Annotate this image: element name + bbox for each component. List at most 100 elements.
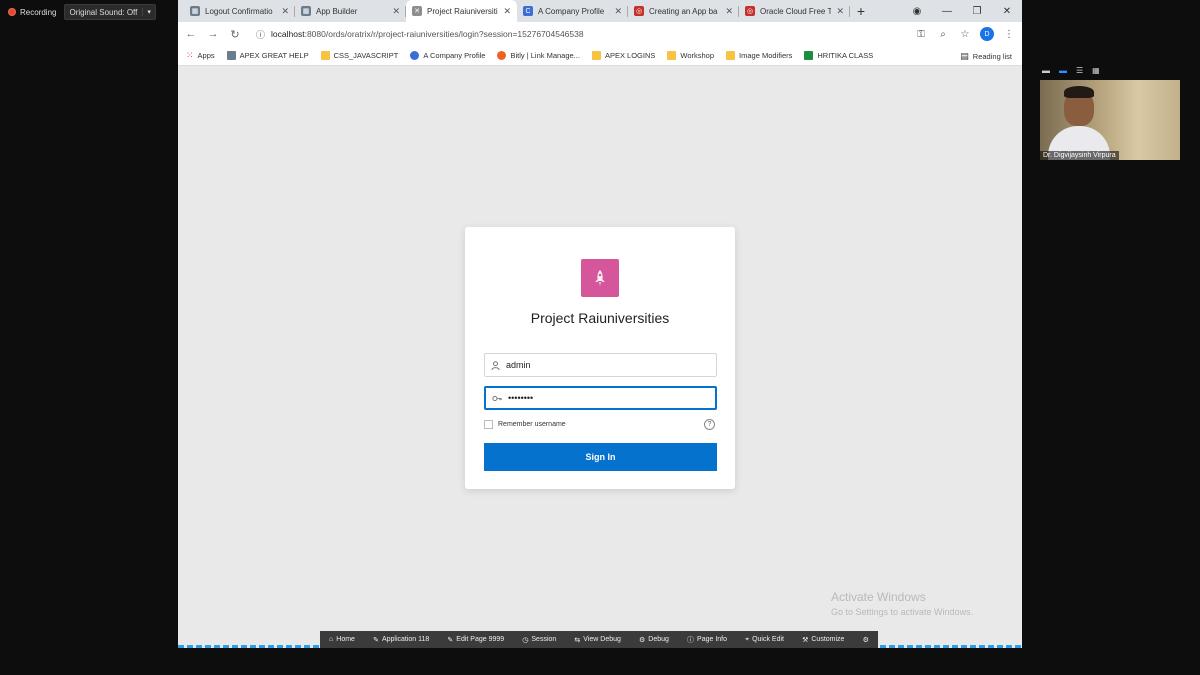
classroom-icon [804, 51, 814, 60]
folder-icon [726, 51, 736, 60]
bookmark-label: Image Modifiers [739, 51, 793, 60]
remember-checkbox[interactable] [484, 420, 493, 429]
gear-icon[interactable]: ⚙ [863, 636, 869, 644]
reading-list-label: Reading list [972, 51, 1012, 61]
tab-0[interactable]: ▦ Logout Confirmatio ✕ [184, 0, 295, 22]
restore-icon[interactable]: ❐ [962, 6, 992, 17]
new-tab-button[interactable]: + [850, 0, 872, 22]
close-tab-icon[interactable]: ✕ [614, 6, 622, 17]
dev-toolbar-item-7[interactable]: ⌖ Quick Edit [745, 636, 784, 644]
star-icon[interactable]: ☆ [958, 29, 972, 40]
page-icon [226, 51, 236, 60]
bookmark-label: APEX LOGINS [604, 51, 656, 60]
bookmark-2[interactable]: CSS_JAVASCRIPT [320, 51, 399, 60]
bookmark-7[interactable]: Image Modifiers [726, 51, 792, 60]
tab-search-icon[interactable]: ◉ [902, 6, 932, 17]
bookmark-0[interactable]: ⁙ Apps [186, 50, 215, 61]
tab-label: Creating an App ba [649, 6, 718, 16]
dev-toolbar-label: Quick Edit [752, 636, 784, 643]
activate-windows-watermark: Activate Windows Go to Settings to activ… [831, 590, 973, 617]
dev-toolbar-label: Edit Page 9999 [456, 636, 505, 643]
close-tab-icon[interactable]: ✕ [836, 6, 844, 17]
tab-1[interactable]: ▦ App Builder ✕ [295, 0, 406, 22]
username-field[interactable] [484, 353, 717, 377]
bookmark-3[interactable]: A Company Profile [410, 51, 485, 60]
dev-toolbar-item-4[interactable]: ⇆ View Debug [574, 636, 621, 644]
dev-toolbar-icon: ⚒ [802, 636, 809, 644]
tab-4[interactable]: ◎ Creating an App ba ✕ [628, 0, 739, 22]
rocket-icon [595, 270, 605, 286]
tab-separator [849, 6, 850, 17]
minimize-view-icon[interactable]: ▬ [1042, 66, 1050, 75]
bookmark-label: Apps [197, 51, 215, 60]
key-icon[interactable]: ⚿ [914, 29, 928, 40]
remember-label: Remember username [498, 421, 566, 428]
watermark-line-2: Go to Settings to activate Windows. [831, 607, 974, 617]
bookmark-8[interactable]: HRITIKA CLASS [804, 51, 873, 60]
dev-toolbar-label: Session [531, 636, 557, 643]
dev-toolbar-label: View Debug [583, 636, 621, 643]
minimize-icon[interactable]: — [932, 6, 962, 17]
username-input[interactable] [506, 360, 686, 370]
dev-toolbar-item-3[interactable]: ◷ Session [522, 636, 556, 644]
gallery-view-icon[interactable]: ▦ [1092, 66, 1100, 75]
close-tab-icon[interactable]: ✕ [503, 6, 511, 17]
dev-toolbar-item-6[interactable]: ⓘ Page Info [687, 635, 727, 645]
tab-3[interactable]: C A Company Profile ✕ [517, 0, 628, 22]
password-field[interactable] [484, 386, 717, 410]
remember-username[interactable]: Remember username [484, 420, 566, 429]
tab-label: A Company Profile [538, 6, 605, 16]
dev-toolbar-item-5[interactable]: ⚙ Debug [639, 636, 669, 644]
chevron-down-icon[interactable]: ▾ [142, 8, 151, 16]
bookmark-label: APEX GREAT HELP [239, 51, 309, 60]
browser-window: ▦ Logout Confirmatio ✕ ▦ App Builder ✕ ✕ Projec… [178, 0, 1022, 648]
bookmark-5[interactable]: APEX LOGINS [591, 51, 656, 60]
original-sound-button[interactable]: Original Sound: Off ▾ [64, 4, 156, 20]
close-tab-icon[interactable]: ✕ [392, 6, 400, 17]
dev-toolbar-label: Home [336, 636, 355, 643]
strip-view-icon[interactable]: ☰ [1076, 66, 1083, 75]
tab-favicon-icon: ▦ [190, 6, 200, 16]
dev-toolbar-item-1[interactable]: ✎ Application 118 [373, 636, 429, 644]
close-window-icon[interactable]: ✕ [992, 6, 1022, 17]
tabs: ▦ Logout Confirmatio ✕ ▦ App Builder ✕ ✕ Projec… [178, 0, 850, 22]
dev-toolbar-item-0[interactable]: ⌂ Home [329, 636, 355, 643]
close-tab-icon[interactable]: ✕ [725, 6, 733, 17]
bookmark-label: CSS_JAVASCRIPT [333, 51, 399, 60]
password-input[interactable] [508, 393, 688, 403]
speaker-view-icon[interactable]: ▬ [1059, 66, 1067, 75]
tab-favicon-icon: ◎ [634, 6, 644, 16]
tab-2[interactable]: ✕ Project Raiuniversitie ✕ [406, 0, 517, 22]
close-tab-icon[interactable]: ✕ [281, 6, 289, 17]
dev-toolbar-item-2[interactable]: ✎ Edit Page 9999 [447, 636, 504, 644]
reading-list-button[interactable]: ▤ Reading list [960, 46, 1012, 66]
tab-label: Logout Confirmatio [205, 6, 273, 16]
help-icon[interactable]: ? [704, 419, 715, 430]
menu-icon[interactable]: ⋮ [1002, 29, 1016, 40]
address-bar[interactable]: ⓘ localhost:8080/ords/oratrix/r/project-… [250, 25, 906, 43]
reload-icon[interactable]: ↻ [228, 28, 242, 41]
profile-avatar[interactable]: D [980, 27, 994, 41]
bookmark-4[interactable]: Bitly | Link Manage... [497, 51, 580, 60]
folder-icon [320, 51, 330, 60]
page-title: Project Raiuniversities [530, 310, 670, 326]
forward-icon[interactable]: → [206, 28, 220, 40]
participant-video[interactable]: Dr. Digvijaysinh Virpura [1040, 80, 1180, 160]
zoom-icon[interactable]: ⌕ [936, 29, 950, 40]
bookmark-label: HRITIKA CLASS [817, 51, 874, 60]
dev-toolbar-icon: ⓘ [687, 636, 695, 644]
company-icon [410, 51, 420, 60]
tab-5[interactable]: ◎ Oracle Cloud Free T ✕ [739, 0, 850, 22]
url-host: localhost [271, 29, 305, 39]
dev-toolbar-icon: ⚙ [639, 636, 646, 644]
bookmark-6[interactable]: Workshop [667, 51, 714, 60]
dev-toolbar-label: Page Info [697, 636, 728, 643]
reading-list-icon: ▤ [960, 50, 969, 61]
bookmark-1[interactable]: APEX GREAT HELP [226, 51, 309, 60]
dev-toolbar-item-8[interactable]: ⚒ Customize [802, 636, 844, 644]
dev-toolbar-icon: ◷ [522, 636, 529, 644]
apps-grid-icon: ⁙ [186, 50, 194, 60]
info-icon[interactable]: ⓘ [256, 28, 265, 41]
back-icon[interactable]: ← [184, 28, 198, 40]
sign-in-button[interactable]: Sign In [484, 443, 717, 471]
